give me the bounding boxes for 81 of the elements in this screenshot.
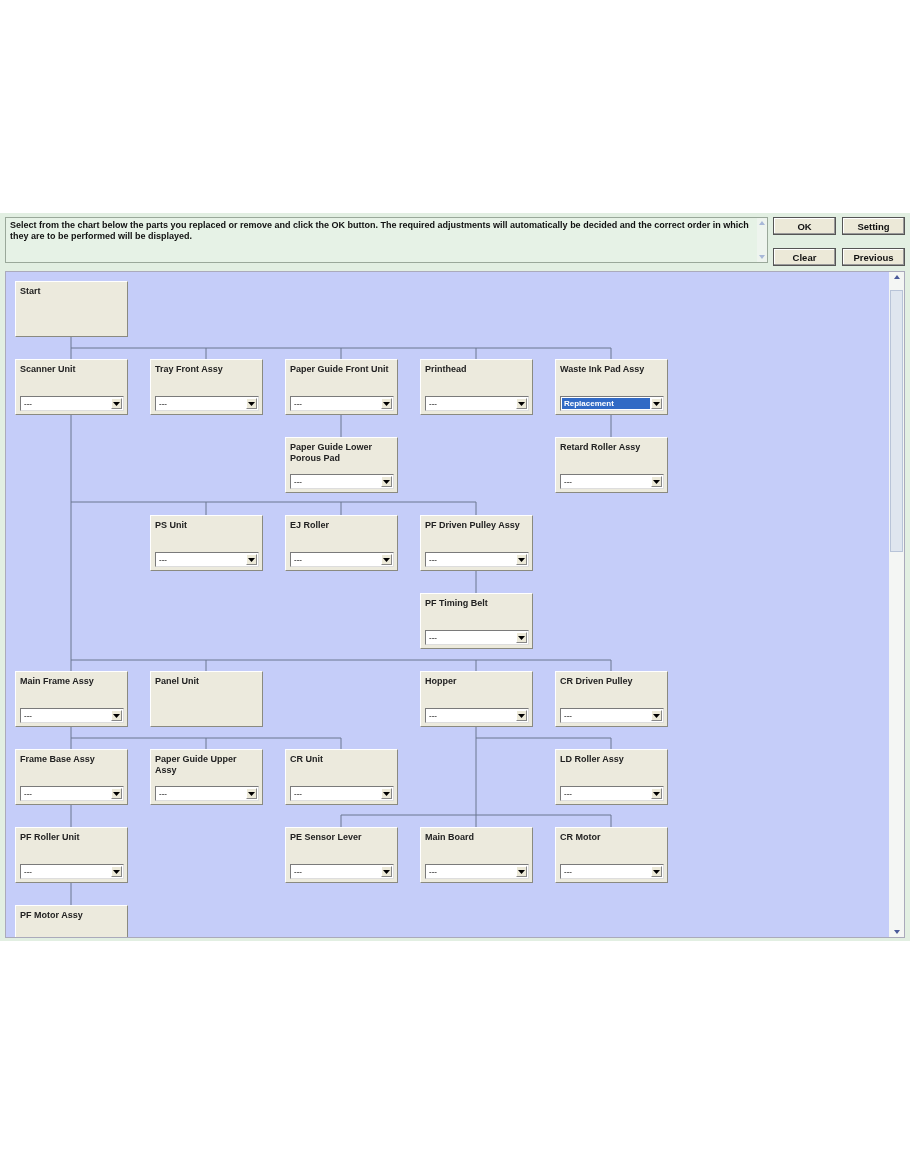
part-name: Retard Roller Assy xyxy=(560,442,642,453)
connector-line xyxy=(475,570,477,594)
dropdown-arrow-icon xyxy=(381,476,392,487)
dropdown-arrow-icon xyxy=(651,476,662,487)
dropdown[interactable]: --- xyxy=(20,708,124,723)
action-button[interactable]: Previous xyxy=(842,248,905,266)
dropdown[interactable]: Replacement xyxy=(560,396,664,411)
dropdown-arrow-icon xyxy=(516,398,527,409)
dropdown[interactable]: --- xyxy=(290,552,394,567)
part-name: Printhead xyxy=(425,364,468,375)
part-name: Paper Guide Front Unit xyxy=(290,364,390,375)
dropdown-arrow-icon xyxy=(381,788,392,799)
dropdown[interactable]: --- xyxy=(155,552,259,567)
dropdown[interactable]: --- xyxy=(20,396,124,411)
part-name: EJ Roller xyxy=(290,520,330,531)
part-name: Main Frame Assy xyxy=(20,676,95,687)
action-button[interactable]: Setting xyxy=(842,217,905,235)
dropdown[interactable]: --- xyxy=(290,396,394,411)
dropdown-arrow-icon xyxy=(246,788,257,799)
action-button[interactable]: Clear xyxy=(773,248,836,266)
part-name: PF Timing Belt xyxy=(425,598,489,609)
dropdown-arrow-icon xyxy=(381,554,392,565)
part-name: CR Driven Pulley xyxy=(560,676,634,687)
dropdown-arrow-icon xyxy=(111,398,122,409)
dropdown[interactable]: --- xyxy=(425,864,529,879)
connector-line xyxy=(70,804,72,828)
dropdown-arrow-icon xyxy=(516,866,527,877)
dropdown-arrow-icon xyxy=(381,866,392,877)
scrollbar[interactable] xyxy=(757,218,767,262)
part-name: Scanner Unit xyxy=(20,364,77,375)
dropdown-arrow-icon xyxy=(111,710,122,721)
dropdown[interactable]: --- xyxy=(425,708,529,723)
dropdown[interactable]: --- xyxy=(290,786,394,801)
part-name: Main Board xyxy=(425,832,475,843)
dropdown[interactable]: --- xyxy=(560,708,664,723)
part-name: PF Roller Unit xyxy=(20,832,81,843)
dropdown-arrow-icon xyxy=(111,866,122,877)
dropdown[interactable]: --- xyxy=(560,864,664,879)
part-name: PS Unit xyxy=(155,520,188,531)
dropdown[interactable]: --- xyxy=(560,786,664,801)
dropdown-arrow-icon xyxy=(516,632,527,643)
dropdown-arrow-icon xyxy=(651,866,662,877)
dropdown[interactable]: --- xyxy=(290,864,394,879)
dropdown[interactable]: --- xyxy=(155,396,259,411)
connector-line xyxy=(610,414,612,438)
dropdown-arrow-icon xyxy=(246,398,257,409)
part-name: Panel Unit xyxy=(155,676,200,687)
dropdown-arrow-icon xyxy=(651,710,662,721)
dropdown[interactable]: --- xyxy=(425,630,529,645)
scrollbar[interactable] xyxy=(889,272,904,937)
dropdown[interactable]: --- xyxy=(425,552,529,567)
part-name: PE Sensor Lever xyxy=(290,832,363,843)
instructions-text: Select from the chart below the parts you replaced or remove and click the OK button. The required adjustments will automatically be decided and the correct order in which they are to be performed will be displayed. xyxy=(9,219,750,243)
part-name: Start xyxy=(20,286,42,297)
dropdown-arrow-icon xyxy=(381,398,392,409)
dropdown[interactable]: --- xyxy=(560,474,664,489)
part-name: Frame Base Assy xyxy=(20,754,96,765)
part-name: CR Motor xyxy=(560,832,602,843)
dropdown-arrow-icon xyxy=(516,710,527,721)
connector-line xyxy=(340,414,342,438)
dropdown[interactable]: --- xyxy=(425,396,529,411)
action-button[interactable]: OK xyxy=(773,217,836,235)
dropdown-arrow-icon xyxy=(516,554,527,565)
part-name: PF Motor Assy xyxy=(20,910,84,921)
part-name: Hopper xyxy=(425,676,458,687)
dropdown-arrow-icon xyxy=(111,788,122,799)
dropdown-arrow-icon xyxy=(651,788,662,799)
dropdown[interactable]: --- xyxy=(155,786,259,801)
dropdown-arrow-icon xyxy=(651,398,662,409)
connector-line xyxy=(70,882,72,906)
dropdown[interactable]: --- xyxy=(290,474,394,489)
dropdown[interactable]: --- xyxy=(20,864,124,879)
part-name: PF Driven Pulley Assy xyxy=(425,520,521,531)
part-name: Tray Front Assy xyxy=(155,364,224,375)
dropdown-arrow-icon xyxy=(246,554,257,565)
part-name: Paper Guide Lower Porous Pad xyxy=(290,442,374,464)
dropdown[interactable]: --- xyxy=(20,786,124,801)
part-name: LD Roller Assy xyxy=(560,754,625,765)
part-name: Waste Ink Pad Assy xyxy=(560,364,646,375)
part-name: CR Unit xyxy=(290,754,324,765)
part-name: Paper Guide Upper Assy xyxy=(155,754,238,776)
